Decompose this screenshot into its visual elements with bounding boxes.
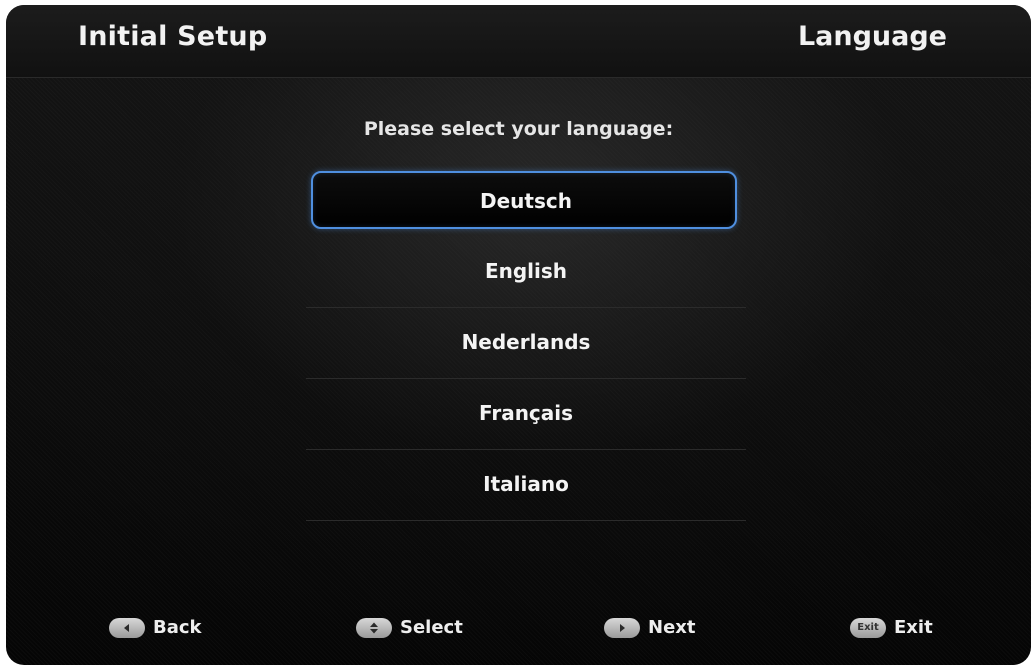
exit-key-icon: Exit: [850, 617, 886, 638]
exit-button[interactable]: Exit Exit: [850, 617, 933, 638]
select-button[interactable]: Select: [356, 617, 463, 638]
language-option-label: Deutsch: [480, 188, 572, 213]
back-label: Back: [153, 617, 202, 638]
page-title: Initial Setup: [78, 21, 268, 52]
setup-screen: Initial Setup Language Please select you…: [6, 5, 1031, 665]
language-list: Deutsch English Nederlands Français Ital…: [306, 166, 746, 521]
language-option-italiano[interactable]: Italiano: [306, 450, 746, 521]
select-label: Select: [400, 617, 463, 638]
left-arrow-icon: [109, 617, 145, 638]
language-option-label: Français: [478, 401, 574, 425]
language-option-label: Nederlands: [461, 330, 591, 354]
next-button[interactable]: Next: [604, 617, 696, 638]
language-option-deutsch[interactable]: Deutsch: [306, 166, 746, 237]
next-label: Next: [648, 617, 696, 638]
language-option-label: Italiano: [483, 472, 569, 496]
right-arrow-icon: [604, 617, 640, 638]
language-prompt: Please select your language:: [363, 118, 674, 140]
language-option-francais[interactable]: Français: [306, 379, 746, 450]
exit-label: Exit: [894, 617, 933, 638]
header-bar: Initial Setup Language: [6, 5, 1031, 78]
language-option-nederlands[interactable]: Nederlands: [306, 308, 746, 379]
up-down-arrow-icon: [356, 617, 392, 638]
back-button[interactable]: Back: [109, 617, 202, 638]
section-title: Language: [797, 21, 947, 52]
footer-hints: Back Select Next Exit Exit: [6, 617, 1031, 653]
language-option-english[interactable]: English: [306, 237, 746, 308]
language-option-label: English: [484, 259, 568, 283]
